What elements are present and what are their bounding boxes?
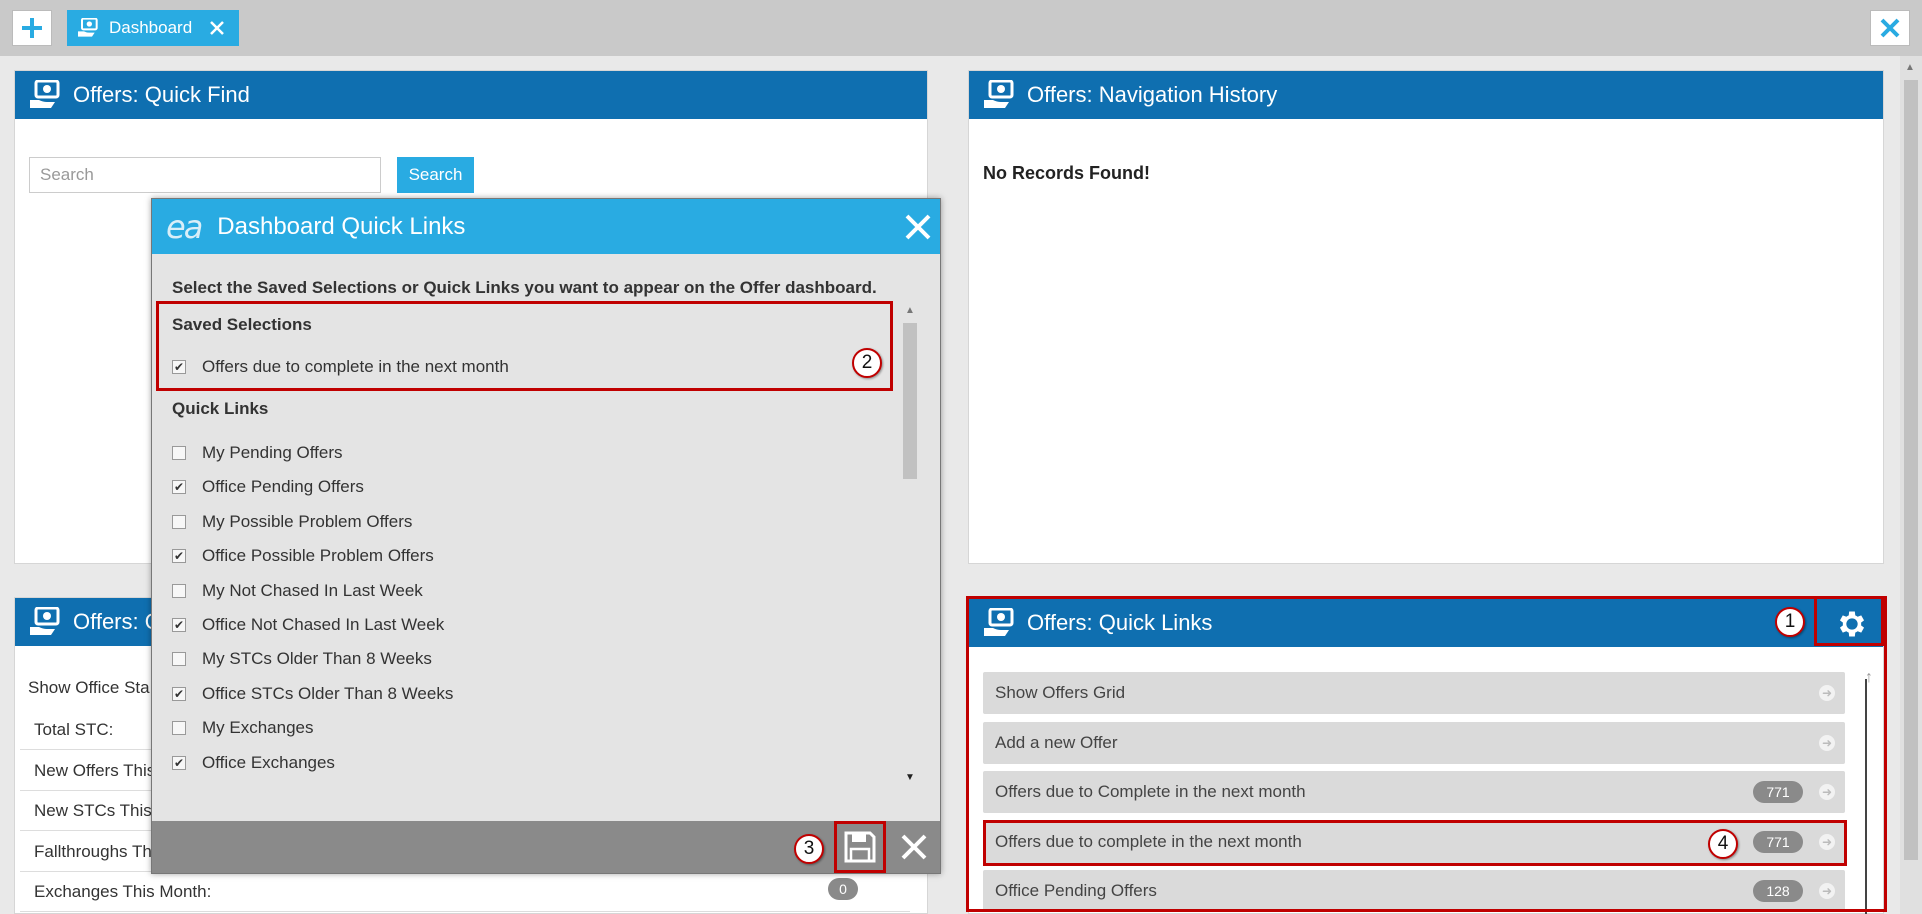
quick-link-option[interactable]: My Pending Offers	[172, 443, 342, 463]
panel-title: Offers: Navigation History	[1027, 82, 1278, 107]
offer-icon	[30, 80, 60, 108]
stats-row-label: Total STC:	[34, 719, 114, 739]
highlight-box	[156, 301, 893, 391]
tab-dashboard[interactable]: Dashboard	[67, 10, 239, 46]
checkbox-unchecked[interactable]	[172, 515, 186, 529]
navigation-history-panel: Offers: Navigation History No Records Fo…	[968, 70, 1884, 564]
search-button[interactable]: Search	[397, 157, 474, 193]
highlight-box	[1814, 596, 1884, 646]
quick-link-option[interactable]: My Not Chased In Last Week	[172, 581, 423, 601]
checkbox-label: My Possible Problem Offers	[202, 512, 413, 531]
callout-marker: 1	[1775, 607, 1805, 637]
quick-links-heading: Quick Links	[172, 399, 269, 418]
quick-link-option[interactable]: ✔ Office Possible Problem Offers	[172, 546, 434, 566]
close-tab-icon[interactable]	[207, 18, 227, 38]
checkbox-label: Office STCs Older Than 8 Weeks	[202, 684, 454, 703]
stats-row-label: Fallthroughs Th	[34, 841, 152, 861]
checkbox-label: My Exchanges	[202, 718, 314, 737]
tab-bar: Dashboard	[0, 0, 1922, 56]
checkbox-label: Office Exchanges	[202, 753, 335, 772]
plus-icon	[22, 18, 42, 38]
checkbox-checked[interactable]: ✔	[172, 618, 186, 632]
checkbox-checked[interactable]: ✔	[172, 687, 186, 701]
checkbox-label: My Pending Offers	[202, 443, 343, 462]
quick-link-option[interactable]: My Exchanges	[172, 718, 314, 738]
offer-icon	[984, 80, 1014, 108]
offer-icon	[30, 607, 60, 635]
scroll-up-icon[interactable]: ▲	[1905, 62, 1915, 73]
checkbox-checked[interactable]: ✔	[172, 549, 186, 563]
count-badge: 0	[828, 878, 858, 900]
panel-title: Offers: Q	[73, 609, 162, 634]
dialog-instructions: Select the Saved Selections or Quick Lin…	[172, 278, 877, 297]
dialog-header: ea Dashboard Quick Links	[152, 199, 940, 254]
add-tab-button[interactable]	[12, 10, 52, 46]
checkbox-label: Office Not Chased In Last Week	[202, 615, 445, 634]
scrollbar-thumb[interactable]	[903, 323, 917, 479]
close-icon	[1880, 18, 1900, 38]
quick-link-option[interactable]: ✔ Office Pending Offers	[172, 477, 364, 497]
scroll-up-icon[interactable]: ▲	[905, 305, 915, 316]
app-logo: ea	[166, 207, 203, 246]
checkbox-unchecked[interactable]	[172, 652, 186, 666]
stats-row-label: New STCs This	[34, 800, 152, 820]
checkbox-checked[interactable]: ✔	[172, 480, 186, 494]
dialog-title: Dashboard Quick Links	[217, 212, 466, 240]
show-office-stats-toggle[interactable]: Show Office Sta	[28, 678, 150, 698]
quick-link-option[interactable]: My Possible Problem Offers	[172, 512, 412, 532]
callout-marker: 4	[1708, 829, 1738, 859]
dialog-scrollbar[interactable]: ▲ ▼	[899, 303, 921, 785]
checkbox-checked[interactable]: ✔	[172, 756, 186, 770]
search-input[interactable]	[29, 157, 381, 193]
empty-message: No Records Found!	[983, 163, 1150, 183]
checkbox-label: Office Pending Offers	[202, 477, 364, 496]
quick-link-option[interactable]: ✔ Office Exchanges	[172, 753, 335, 773]
close-icon[interactable]	[902, 211, 934, 243]
checkbox-unchecked[interactable]	[172, 721, 186, 735]
scrollbar-thumb[interactable]	[1904, 80, 1918, 860]
quick-link-option[interactable]: My STCs Older Than 8 Weeks	[172, 649, 432, 669]
callout-marker: 2	[852, 348, 882, 378]
checkbox-label: My STCs Older Than 8 Weeks	[202, 649, 432, 668]
close-icon[interactable]	[898, 831, 930, 863]
checkbox-unchecked[interactable]	[172, 446, 186, 460]
stats-row-label: New Offers This	[34, 760, 156, 780]
callout-marker: 3	[794, 834, 824, 864]
panel-header: Offers: Quick Find	[15, 71, 927, 119]
checkbox-label: My Not Chased In Last Week	[202, 581, 423, 600]
panel-title: Offers: Quick Find	[73, 82, 250, 107]
stats-row: Exchanges This Month:	[20, 872, 910, 912]
checkbox-unchecked[interactable]	[172, 584, 186, 598]
close-all-button[interactable]	[1870, 10, 1910, 46]
highlight-box	[834, 821, 886, 873]
quick-links-dialog: ea Dashboard Quick Links Select the Save…	[151, 198, 941, 874]
tab-label: Dashboard	[109, 18, 193, 37]
checkbox-label: Office Possible Problem Offers	[202, 546, 434, 565]
quick-link-option[interactable]: ✔ Office Not Chased In Last Week	[172, 615, 444, 635]
offer-icon	[78, 18, 98, 37]
stats-row-label: Exchanges This Month:	[34, 881, 212, 901]
page-scrollbar[interactable]: ▲	[1900, 56, 1922, 914]
quick-link-option[interactable]: ✔ Office STCs Older Than 8 Weeks	[172, 684, 453, 704]
panel-header: Offers: Navigation History	[969, 71, 1883, 119]
scroll-down-icon[interactable]: ▼	[905, 772, 915, 783]
